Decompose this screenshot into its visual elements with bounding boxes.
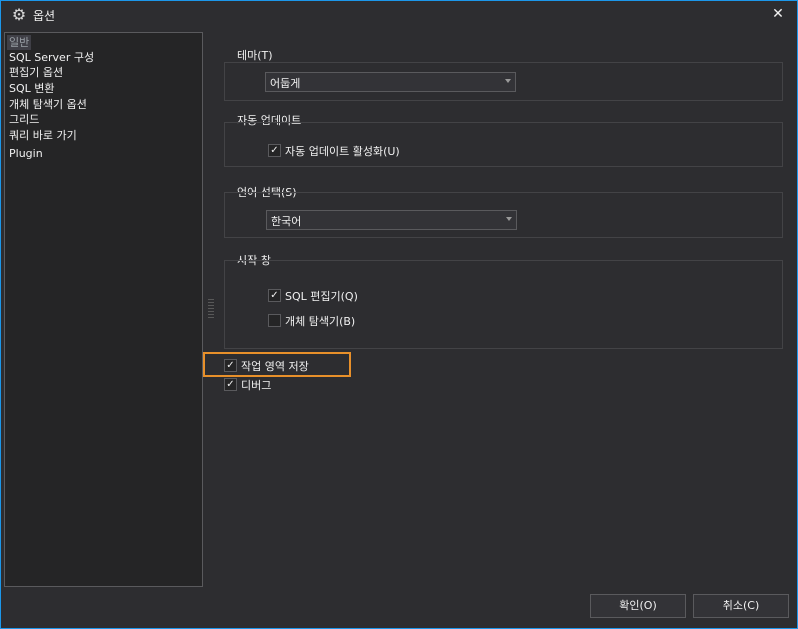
close-icon[interactable]: ✕ xyxy=(771,6,785,22)
empty-checkbox-icon[interactable] xyxy=(268,314,281,327)
checkmark-icon[interactable]: ✓ xyxy=(268,289,281,302)
language-group: 한국어 xyxy=(224,192,783,238)
theme-select[interactable]: 어둡게 xyxy=(265,72,516,92)
startup-group: ✓ SQL 편집기(Q) 개체 탐색기(B) xyxy=(224,260,783,349)
tree-item-editor[interactable]: 편집기 옵션 xyxy=(9,65,63,80)
debug-checkbox[interactable]: ✓ 디버그 xyxy=(224,378,304,392)
title-bar: ⚙ 옵션 ✕ xyxy=(1,1,797,29)
chevron-down-icon xyxy=(506,217,512,221)
options-tree: 일반 SQL Server 구성 편집기 옵션 SQL 변환 개체 탐색기 옵션… xyxy=(4,32,203,587)
tree-item-general[interactable]: 일반 xyxy=(7,35,32,50)
tree-item-sql-server[interactable]: SQL Server 구성 xyxy=(9,50,94,65)
checkmark-icon[interactable]: ✓ xyxy=(224,378,237,391)
theme-label: 테마(T) xyxy=(237,49,273,62)
sql-editor-checkbox[interactable]: ✓ SQL 편집기(Q) xyxy=(268,289,418,303)
tree-item-query-shortcut[interactable]: 쿼리 바로 가기 xyxy=(9,128,77,143)
language-select[interactable]: 한국어 xyxy=(266,210,517,230)
tree-item-grid[interactable]: 그리드 xyxy=(9,112,39,127)
theme-group: 어둡게 xyxy=(224,62,783,101)
splitter-handle[interactable] xyxy=(208,299,214,319)
object-explorer-checkbox[interactable]: 개체 탐색기(B) xyxy=(268,314,418,328)
auto-update-checkbox[interactable]: ✓ 자동 업데이트 활성화(U) xyxy=(268,144,468,158)
checkmark-icon[interactable]: ✓ xyxy=(268,144,281,157)
options-dialog: ⚙ 옵션 ✕ 일반 SQL Server 구성 편집기 옵션 SQL 변환 개체… xyxy=(0,0,798,629)
language-value: 한국어 xyxy=(271,215,302,228)
tree-item-sql-convert[interactable]: SQL 변환 xyxy=(9,81,55,96)
auto-update-group: ✓ 자동 업데이트 활성화(U) xyxy=(224,122,783,167)
tree-item-object-explorer[interactable]: 개체 탐색기 옵션 xyxy=(9,97,87,112)
tree-item-plugin[interactable]: Plugin xyxy=(9,146,43,161)
cancel-button[interactable]: 취소(C) xyxy=(693,594,789,618)
gear-icon: ⚙ xyxy=(11,5,27,24)
dialog-title: 옵션 xyxy=(33,9,56,23)
ok-button[interactable]: 확인(O) xyxy=(590,594,686,618)
theme-value: 어둡게 xyxy=(270,77,301,90)
chevron-down-icon xyxy=(505,79,511,83)
highlight-box xyxy=(203,352,351,377)
